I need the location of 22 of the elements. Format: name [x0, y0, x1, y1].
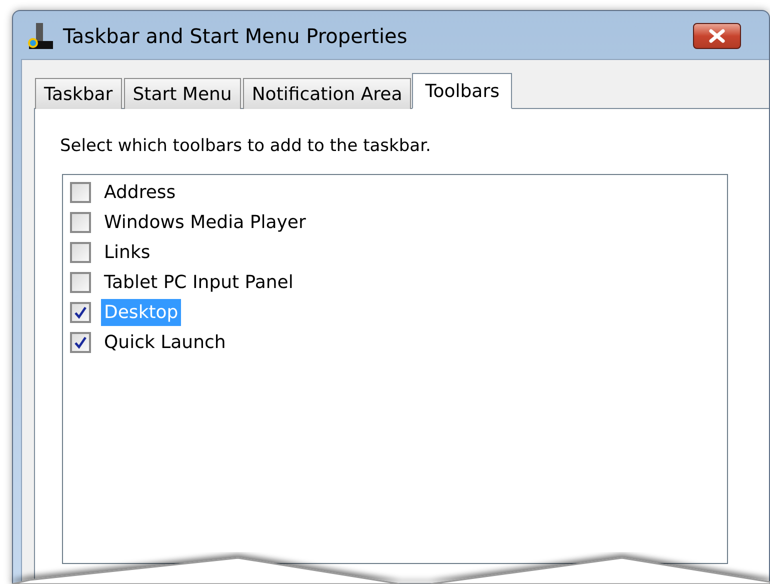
window-title: Taskbar and Start Menu Properties: [63, 23, 408, 50]
toolbar-option[interactable]: Links: [101, 239, 154, 266]
tab[interactable]: Start Menu: [124, 78, 241, 109]
toolbar-option[interactable]: Tablet PC Input Panel: [101, 269, 296, 296]
window-app-icon: [25, 21, 55, 51]
toolbar-option[interactable]: Quick Launch: [101, 329, 229, 356]
toolbar-option[interactable]: Windows Media Player: [101, 209, 309, 236]
checkbox[interactable]: [70, 212, 91, 233]
checkbox[interactable]: [70, 332, 91, 353]
checkmark-icon: [74, 336, 87, 349]
toolbar-option[interactable]: Address: [101, 179, 179, 206]
tab[interactable]: Toolbars: [412, 73, 512, 109]
close-button[interactable]: [693, 23, 741, 49]
checkbox[interactable]: [70, 272, 91, 293]
checkbox[interactable]: [70, 182, 91, 203]
tab[interactable]: Notification Area: [242, 78, 412, 109]
instruction-text: Select which toolbars to add to the taskbar.: [60, 135, 432, 158]
checkbox[interactable]: [70, 302, 91, 323]
checkbox[interactable]: [70, 242, 91, 263]
close-icon: [708, 29, 726, 43]
tab[interactable]: Taskbar: [35, 78, 122, 109]
checkmark-icon: [74, 306, 87, 319]
